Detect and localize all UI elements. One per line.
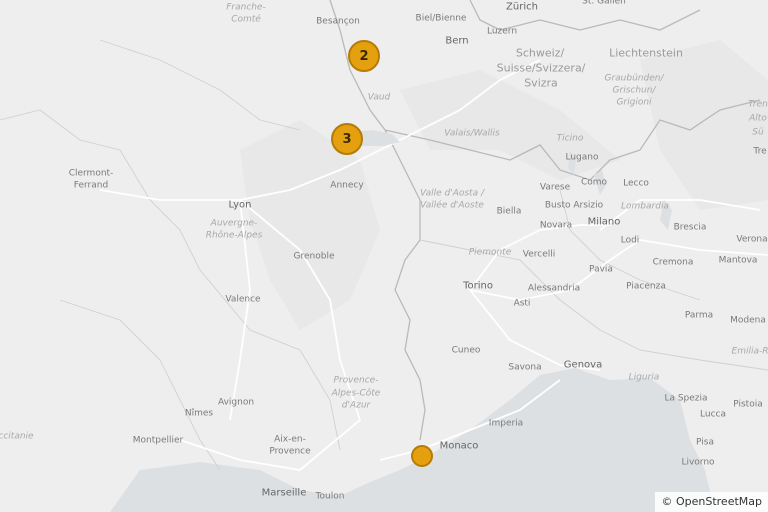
map-label-imperia: Imperia — [488, 418, 524, 429]
map-label-livorno: Livorno — [681, 457, 715, 468]
map-label-lodi: Lodi — [620, 235, 640, 246]
map-label-varese: Varese — [539, 182, 571, 193]
map-label-liechtenstein: Liechtenstein — [609, 46, 683, 60]
map-label-toulon: Toulon — [315, 491, 345, 502]
map-label-ticino: Ticino — [556, 133, 584, 144]
map-label-aix-1: Aix-en- — [274, 434, 306, 445]
map-label-lugano: Lugano — [565, 152, 599, 163]
map-label-mantova: Mantova — [718, 255, 758, 266]
map-label-schweiz-3: Svizra — [524, 76, 558, 90]
map-label-graubunden-2: Grischun/ — [612, 85, 656, 96]
map-label-provence-3: d'Azur — [341, 400, 371, 411]
map-label-biel: Biel/Bienne — [415, 13, 467, 24]
map-label-savona: Savona — [508, 362, 542, 373]
map-label-busto: Busto Arsizio — [544, 200, 604, 211]
map-label-liguria: Liguria — [628, 372, 660, 383]
map-label-graubunden-3: Grigioni — [616, 97, 652, 108]
map-label-avignon: Avignon — [217, 397, 255, 408]
map-label-piacenza: Piacenza — [626, 281, 666, 292]
map-label-lecco: Lecco — [623, 178, 649, 189]
cluster-count: 2 — [359, 48, 369, 64]
map-label-biella: Biella — [496, 206, 522, 217]
map-label-milano: Milano — [587, 216, 621, 228]
map-label-grenoble: Grenoble — [293, 251, 335, 262]
map-label-lucca: Lucca — [700, 409, 726, 420]
map-label-luzern: Luzern — [486, 26, 518, 37]
map-label-la-spezia: La Spezia — [664, 393, 708, 404]
map-label-valle-aosta-2: Vallée d'Aoste — [420, 200, 484, 211]
map-label-franche-comte-1: Franche- — [226, 2, 266, 13]
map-label-parma: Parma — [684, 310, 714, 321]
map-label-auvergne-2: Rhône-Alpes — [205, 230, 263, 241]
cluster-marker-3[interactable]: 3 — [331, 123, 363, 155]
map-label-genova: Genova — [563, 359, 603, 371]
map-label-aix-2: Provence — [269, 446, 311, 457]
map-label-emilia: Emilia-R — [731, 346, 768, 357]
map-label-brescia: Brescia — [673, 222, 707, 233]
map-label-como: Como — [580, 177, 608, 188]
map-label-vaud: Vaud — [367, 92, 391, 103]
attribution-text: © OpenStreetMap — [661, 495, 762, 508]
map-label-clermont-1: Clermont- — [68, 168, 114, 179]
map-label-torino: Torino — [463, 280, 493, 292]
map-label-alessandria: Alessandria — [527, 283, 581, 294]
map-label-trentino-3: Sü — [752, 127, 764, 138]
map-label-trento: Tre — [753, 146, 767, 157]
map-label-montpellier: Montpellier — [132, 435, 184, 446]
map-label-valence: Valence — [225, 294, 261, 305]
map-label-schweiz-2: Suisse/Svizzera/ — [496, 61, 586, 75]
cluster-marker-2[interactable]: 2 — [348, 40, 380, 72]
map-label-valais: Valais/Wallis — [444, 128, 500, 139]
map-label-st-gallen: St. Gallen — [582, 0, 626, 7]
map-label-cuneo: Cuneo — [451, 345, 481, 356]
map-label-bern: Bern — [445, 35, 469, 47]
map-label-marseille: Marseille — [261, 487, 307, 499]
map-label-vercelli: Vercelli — [522, 249, 556, 260]
map-attribution[interactable]: © OpenStreetMap — [655, 492, 768, 512]
map-view[interactable]: Franche- Comté Besançon Biel/Bienne Bern Züri… — [0, 0, 768, 512]
map-label-asti: Asti — [513, 298, 531, 309]
map-label-franche-comte-2: Comté — [231, 14, 261, 25]
map-label-modena: Modena — [730, 315, 766, 326]
map-label-valle-aosta-1: Valle d'Aosta / — [420, 188, 484, 199]
map-label-nimes: Nîmes — [184, 408, 214, 419]
map-label-graubunden-1: Graubünden/ — [604, 73, 664, 84]
map-label-zurich: Zürich — [506, 1, 538, 13]
cluster-count: 3 — [342, 131, 352, 147]
map-label-pisa: Pisa — [696, 437, 714, 448]
map-label-provence-1: Provence- — [333, 375, 379, 386]
map-label-cremona: Cremona — [652, 257, 694, 268]
map-label-verona: Verona — [736, 234, 768, 245]
map-label-provence-2: Alpes-Côte — [331, 388, 381, 399]
map-label-schweiz-1: Schweiz/ — [515, 46, 565, 60]
map-label-pavia: Pavia — [589, 264, 613, 275]
map-label-occitanie: ccitanie — [0, 431, 34, 442]
map-label-lombardia: Lombardia — [621, 201, 669, 212]
location-marker[interactable] — [411, 445, 433, 467]
map-label-auvergne-1: Auvergne- — [210, 218, 258, 229]
map-label-novara: Novara — [539, 220, 573, 231]
map-label-besancon: Besançon — [316, 16, 360, 27]
map-label-clermont-2: Ferrand — [73, 180, 109, 191]
map-label-annecy: Annecy — [330, 180, 364, 191]
map-label-monaco: Monaco — [439, 440, 479, 452]
map-label-pistoia: Pistoia — [733, 399, 763, 410]
map-label-trentino-2: Alto — [749, 113, 767, 124]
map-label-lyon: Lyon — [228, 199, 252, 211]
map-label-piemonte: Piemonte — [468, 247, 512, 258]
map-label-trentino-1: Tren — [748, 99, 768, 110]
